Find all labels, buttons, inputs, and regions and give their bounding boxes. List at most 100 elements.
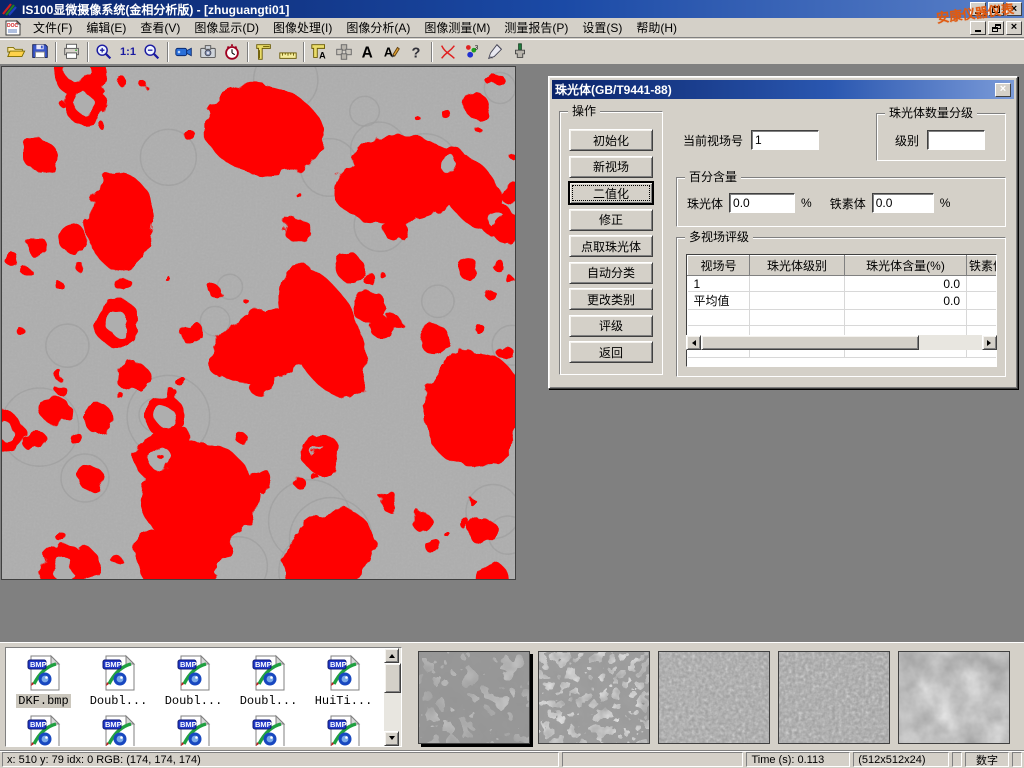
text-icon[interactable]: A bbox=[356, 41, 380, 63]
op-button-修正[interactable]: 修正 bbox=[569, 209, 653, 231]
thumbnail-4[interactable] bbox=[898, 651, 1010, 744]
menu-item-8[interactable]: 设置(S) bbox=[575, 17, 629, 38]
file-list-vscrollbar[interactable] bbox=[384, 648, 401, 746]
file-item-Doubl...[interactable]: BMP Doubl... bbox=[156, 648, 231, 708]
scroll-down-button[interactable] bbox=[384, 731, 399, 746]
child-restore-button[interactable] bbox=[988, 21, 1004, 35]
toolbar-separator bbox=[55, 42, 57, 62]
thumbnail-1[interactable] bbox=[538, 651, 650, 744]
maximize-button[interactable] bbox=[988, 2, 1004, 16]
menu-item-1[interactable]: 编辑(E) bbox=[79, 17, 133, 38]
particle-count-icon[interactable]: 3 bbox=[460, 41, 484, 63]
measure-text-icon[interactable]: A bbox=[308, 41, 332, 63]
annotate-icon[interactable]: A bbox=[380, 41, 404, 63]
help-icon[interactable]: ? bbox=[404, 41, 428, 63]
menu-item-3[interactable]: 图像显示(D) bbox=[187, 17, 266, 38]
menu-items: 文件(F)编辑(E)查看(V)图像显示(D)图像处理(I)图像分析(A)图像测量… bbox=[26, 17, 684, 38]
child-close-button[interactable]: × bbox=[1006, 21, 1022, 35]
child-minimize-button[interactable] bbox=[970, 21, 986, 35]
pearlite-unit: % bbox=[801, 196, 812, 210]
op-button-更改类别[interactable]: 更改类别 bbox=[569, 288, 653, 310]
menu-item-9[interactable]: 帮助(H) bbox=[629, 17, 684, 38]
op-button-返回[interactable]: 返回 bbox=[569, 341, 653, 363]
caliper-icon[interactable] bbox=[252, 41, 276, 63]
table-row[interactable]: 1 0.0 bbox=[688, 276, 998, 292]
ruler-icon[interactable] bbox=[276, 41, 300, 63]
pearlite-dialog: 珠光体(GB/T9441-88) × 操作 初始化新视场二值化修正点取珠光体自动… bbox=[548, 76, 1018, 389]
thumbnail-2[interactable] bbox=[658, 651, 770, 744]
open-icon[interactable] bbox=[4, 41, 28, 63]
status-blank-1 bbox=[562, 752, 744, 767]
minimize-button[interactable] bbox=[970, 2, 986, 16]
metallographic-image[interactable] bbox=[1, 66, 516, 580]
thumbnail-0[interactable] bbox=[418, 651, 530, 744]
col-header-0[interactable]: 视场号 bbox=[688, 256, 750, 276]
menu-item-6[interactable]: 图像测量(M) bbox=[417, 17, 497, 38]
zoom-out-icon[interactable] bbox=[140, 41, 164, 63]
op-button-点取珠光体[interactable]: 点取珠光体 bbox=[569, 235, 653, 257]
stitch-icon[interactable] bbox=[332, 41, 356, 63]
table-row[interactable]: 平均值 0.0 bbox=[688, 292, 998, 310]
curve-icon[interactable] bbox=[436, 41, 460, 63]
video-camera-icon[interactable] bbox=[172, 41, 196, 63]
actual-size-icon[interactable]: 1:1 bbox=[116, 41, 140, 63]
scroll-right-button[interactable] bbox=[982, 335, 997, 350]
thumbnail-3[interactable] bbox=[778, 651, 890, 744]
thumbnail-strip bbox=[418, 647, 1010, 747]
window-title: IS100显微摄像系统(金相分析版) - [zhuguangti01] bbox=[22, 1, 289, 18]
op-button-二值化[interactable]: 二值化 bbox=[569, 182, 653, 204]
dialog-close-button[interactable]: × bbox=[995, 83, 1011, 97]
brush-icon[interactable] bbox=[508, 41, 532, 63]
hscroll-thumb[interactable] bbox=[701, 335, 919, 350]
ferrite-input[interactable] bbox=[872, 193, 934, 213]
file-item-DKF.bmp[interactable]: BMP DKF.bmp bbox=[6, 648, 81, 708]
pen-icon[interactable] bbox=[484, 41, 508, 63]
col-header-2[interactable]: 珠光体含量(%) bbox=[845, 256, 967, 276]
level-input[interactable] bbox=[927, 130, 985, 150]
capture-icon[interactable] bbox=[196, 41, 220, 63]
op-button-初始化[interactable]: 初始化 bbox=[569, 129, 653, 151]
status-time: Time (s): 0.113 bbox=[746, 752, 850, 767]
op-button-新视场[interactable]: 新视场 bbox=[569, 156, 653, 178]
zoom-in-icon[interactable] bbox=[92, 41, 116, 63]
svg-text:A: A bbox=[384, 45, 393, 60]
document-icon[interactable]: DOC bbox=[4, 20, 22, 36]
menu-item-5[interactable]: 图像分析(A) bbox=[339, 17, 417, 38]
print-icon[interactable] bbox=[60, 41, 84, 63]
file-item-hidden-4[interactable]: BMP bbox=[306, 708, 381, 747]
file-item-hidden-2[interactable]: BMP bbox=[156, 708, 231, 747]
timer-icon[interactable] bbox=[220, 41, 244, 63]
current-field-input[interactable] bbox=[751, 130, 819, 150]
current-field-row: 当前视场号 bbox=[683, 130, 819, 150]
file-item-HuiTi...[interactable]: BMP HuiTi... bbox=[306, 648, 381, 708]
scroll-left-button[interactable] bbox=[686, 335, 701, 350]
save-icon[interactable] bbox=[28, 41, 52, 63]
current-field-label: 当前视场号 bbox=[683, 132, 743, 149]
menu-item-0[interactable]: 文件(F) bbox=[26, 17, 79, 38]
file-item-Doubl...[interactable]: BMP Doubl... bbox=[81, 648, 156, 708]
table-hscrollbar[interactable] bbox=[686, 335, 997, 350]
svg-text:BMP: BMP bbox=[105, 720, 122, 729]
op-button-评级[interactable]: 评级 bbox=[569, 315, 653, 337]
application-window: IS100显微摄像系统(金相分析版) - [zhuguangti01] × 安康… bbox=[0, 0, 1024, 768]
menu-item-2[interactable]: 查看(V) bbox=[133, 17, 187, 38]
close-button[interactable]: × bbox=[1006, 2, 1022, 16]
file-item-hidden-3[interactable]: BMP bbox=[231, 708, 306, 747]
col-header-3[interactable]: 铁素体含量(%) bbox=[967, 256, 998, 276]
dialog-title-bar[interactable]: 珠光体(GB/T9441-88) × bbox=[552, 80, 1014, 99]
vscroll-thumb[interactable] bbox=[384, 663, 401, 693]
file-list: BMP DKF.bmp BMP Doubl... BMP Doubl... BM… bbox=[5, 647, 402, 747]
svg-text:BMP: BMP bbox=[30, 660, 47, 669]
menu-bar: DOC 文件(F)编辑(E)查看(V)图像显示(D)图像处理(I)图像分析(A)… bbox=[0, 18, 1024, 38]
col-header-1[interactable]: 珠光体级别 bbox=[750, 256, 845, 276]
file-item-Doubl...[interactable]: BMP Doubl... bbox=[231, 648, 306, 708]
op-button-自动分类[interactable]: 自动分类 bbox=[569, 262, 653, 284]
table-row[interactable] bbox=[688, 310, 998, 326]
file-item-hidden-0[interactable]: BMP bbox=[6, 708, 81, 747]
scroll-up-button[interactable] bbox=[384, 648, 399, 663]
pearlite-input[interactable] bbox=[729, 193, 795, 213]
menu-item-7[interactable]: 测量报告(P) bbox=[497, 17, 575, 38]
menu-item-4[interactable]: 图像处理(I) bbox=[266, 17, 339, 38]
rating-table[interactable]: 视场号珠光体级别珠光体含量(%)铁素体含量(%)1 0.0 平均值 0.0 bbox=[686, 254, 997, 367]
file-item-hidden-1[interactable]: BMP bbox=[81, 708, 156, 747]
